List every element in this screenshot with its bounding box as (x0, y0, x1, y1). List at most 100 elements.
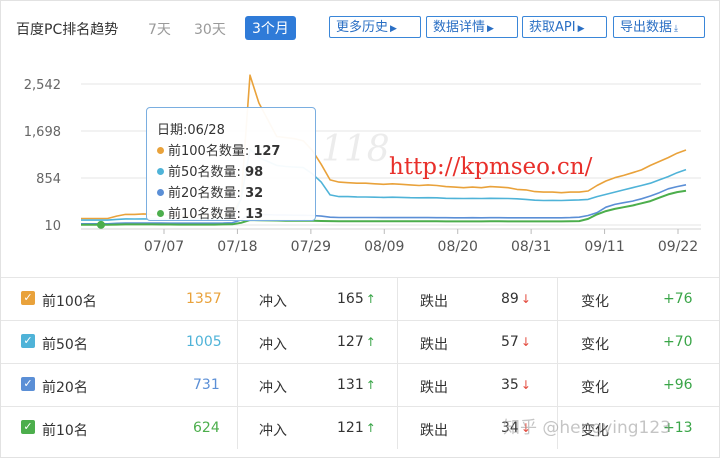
rush-in-value: 121 (337, 420, 364, 436)
row-label: 前10名 (42, 423, 88, 439)
change-value: +96 (663, 377, 693, 393)
x-tick-label: 07/07 (144, 239, 184, 255)
drop-out-value: 89 (501, 291, 519, 307)
drop-out-value: 35 (501, 377, 519, 393)
rush-in-label: 冲入 (259, 294, 287, 310)
checkbox-top20[interactable]: ✓ (21, 377, 35, 391)
checkbox-top100[interactable]: ✓ (21, 291, 35, 305)
tooltip-date: 日期:06/28 (157, 123, 225, 138)
divider (557, 321, 558, 363)
data-detail-button[interactable]: 数据详情 ▶ (426, 16, 518, 38)
checkbox-top50[interactable]: ✓ (21, 334, 35, 348)
drop-out-label: 跌出 (420, 337, 448, 353)
divider (237, 321, 238, 363)
x-tick-label: 07/18 (217, 239, 257, 255)
arrow-up-icon: ↑ (365, 335, 376, 349)
tooltip-value: 98 (245, 165, 264, 180)
divider (397, 364, 398, 406)
get-api-button[interactable]: 获取API ▶ (522, 16, 607, 38)
tooltip-label: 前100名数量: (168, 144, 254, 159)
tooltip-value: 13 (245, 207, 264, 222)
checkbox-top10[interactable]: ✓ (21, 420, 35, 434)
panel-header: 百度PC排名趋势 7天 30天 3个月 更多历史 ▶ 数据详情 ▶ 获取API ▶ 导… (1, 1, 719, 51)
row-count: 1357 (186, 291, 222, 307)
y-tick-label: 2,542 (24, 78, 61, 93)
export-data-button[interactable]: 导出数据 ⤓ (613, 16, 705, 38)
x-tick-label: 07/29 (291, 239, 331, 255)
period-7d[interactable]: 7天 (148, 19, 171, 39)
caret-right-icon: ▶ (577, 24, 585, 34)
row-label: 前50名 (42, 337, 88, 353)
rush-in-label: 冲入 (259, 380, 287, 396)
chart-watermark: 118 (321, 129, 390, 170)
dot-icon (157, 189, 164, 196)
divider (237, 364, 238, 406)
more-history-label: 更多历史 (336, 20, 389, 35)
export-data-label: 导出数据 (620, 20, 673, 35)
tooltip-row-top10: 前10名数量: 13 (157, 204, 305, 225)
drop-out-label: 跌出 (420, 423, 448, 439)
arrow-up-icon: ↑ (365, 421, 376, 435)
chart-tooltip: 日期:06/28 前100名数量: 127 前50名数量: 98 前20名数量:… (146, 107, 316, 222)
row-count: 731 (193, 377, 220, 393)
divider (237, 278, 238, 320)
dot-icon (157, 210, 164, 217)
y-tick-label: 854 (36, 172, 61, 187)
tooltip-value: 127 (253, 144, 281, 159)
data-detail-label: 数据详情 (433, 20, 486, 35)
tooltip-label: 前50名数量: (168, 165, 246, 180)
dot-icon (157, 168, 164, 175)
rank-trend-panel: 百度PC排名趋势 7天 30天 3个月 更多历史 ▶ 数据详情 ▶ 获取API ▶ 导… (0, 0, 720, 458)
panel-title: 百度PC排名趋势 (16, 22, 119, 38)
rush-in-value: 127 (337, 334, 364, 350)
change-label: 变化 (581, 337, 609, 353)
get-api-label: 获取API (529, 20, 576, 35)
tooltip-label: 前20名数量: (168, 186, 246, 201)
period-30d[interactable]: 30天 (194, 19, 226, 39)
arrow-up-icon: ↑ (365, 378, 376, 392)
arrow-up-icon: ↑ (365, 292, 376, 306)
divider (397, 407, 398, 449)
tooltip-row-top50: 前50名数量: 98 (157, 162, 305, 183)
x-tick-label: 09/22 (658, 239, 698, 255)
y-tick-label: 1,698 (24, 125, 61, 140)
overlay-url-text: http://kpmseo.cn/ (389, 154, 593, 180)
caret-right-icon: ▶ (487, 24, 494, 34)
rush-in-value: 131 (337, 377, 364, 393)
rush-in-value: 165 (337, 291, 364, 307)
divider (557, 364, 558, 406)
caret-right-icon: ▶ (390, 24, 397, 34)
table-row: ✓ 前50名 1005 冲入 127 ↑ 跌出 57 ↓ 变化 +70 (1, 320, 719, 363)
drop-out-value: 57 (501, 334, 519, 350)
divider (397, 321, 398, 363)
rush-in-label: 冲入 (259, 337, 287, 353)
drop-out-label: 跌出 (420, 294, 448, 310)
x-tick-label: 08/20 (438, 239, 478, 255)
change-value: +70 (663, 334, 693, 350)
more-history-button[interactable]: 更多历史 ▶ (329, 16, 421, 38)
tooltip-value: 32 (245, 186, 264, 201)
divider (557, 278, 558, 320)
row-count: 1005 (186, 334, 222, 350)
rush-in-label: 冲入 (259, 423, 287, 439)
tooltip-row-top20: 前20名数量: 32 (157, 183, 305, 204)
download-icon: ⤓ (674, 24, 678, 34)
y-tick-label: 10 (44, 219, 61, 234)
tooltip-label: 前10名数量: (168, 207, 246, 222)
arrow-down-icon: ↓ (520, 335, 531, 349)
x-tick-label: 09/11 (584, 239, 624, 255)
change-label: 变化 (581, 294, 609, 310)
row-count: 624 (193, 420, 220, 436)
x-tick-label: 08/09 (364, 239, 404, 255)
tooltip-row-top100: 前100名数量: 127 (157, 141, 305, 162)
period-3m[interactable]: 3个月 (245, 16, 296, 40)
drop-out-label: 跌出 (420, 380, 448, 396)
table-row: ✓ 前20名 731 冲入 131 ↑ 跌出 35 ↓ 变化 +96 (1, 363, 719, 406)
divider (237, 407, 238, 449)
row-label: 前100名 (42, 294, 97, 310)
hover-point (97, 220, 105, 229)
zhihu-watermark: 知乎 @hengying123 (503, 418, 671, 438)
trend-chart[interactable]: 118 2,542 1,698 854 10 07/07 07/18 07/29 08/09… (1, 51, 719, 281)
divider (397, 278, 398, 320)
dot-icon (157, 147, 164, 154)
